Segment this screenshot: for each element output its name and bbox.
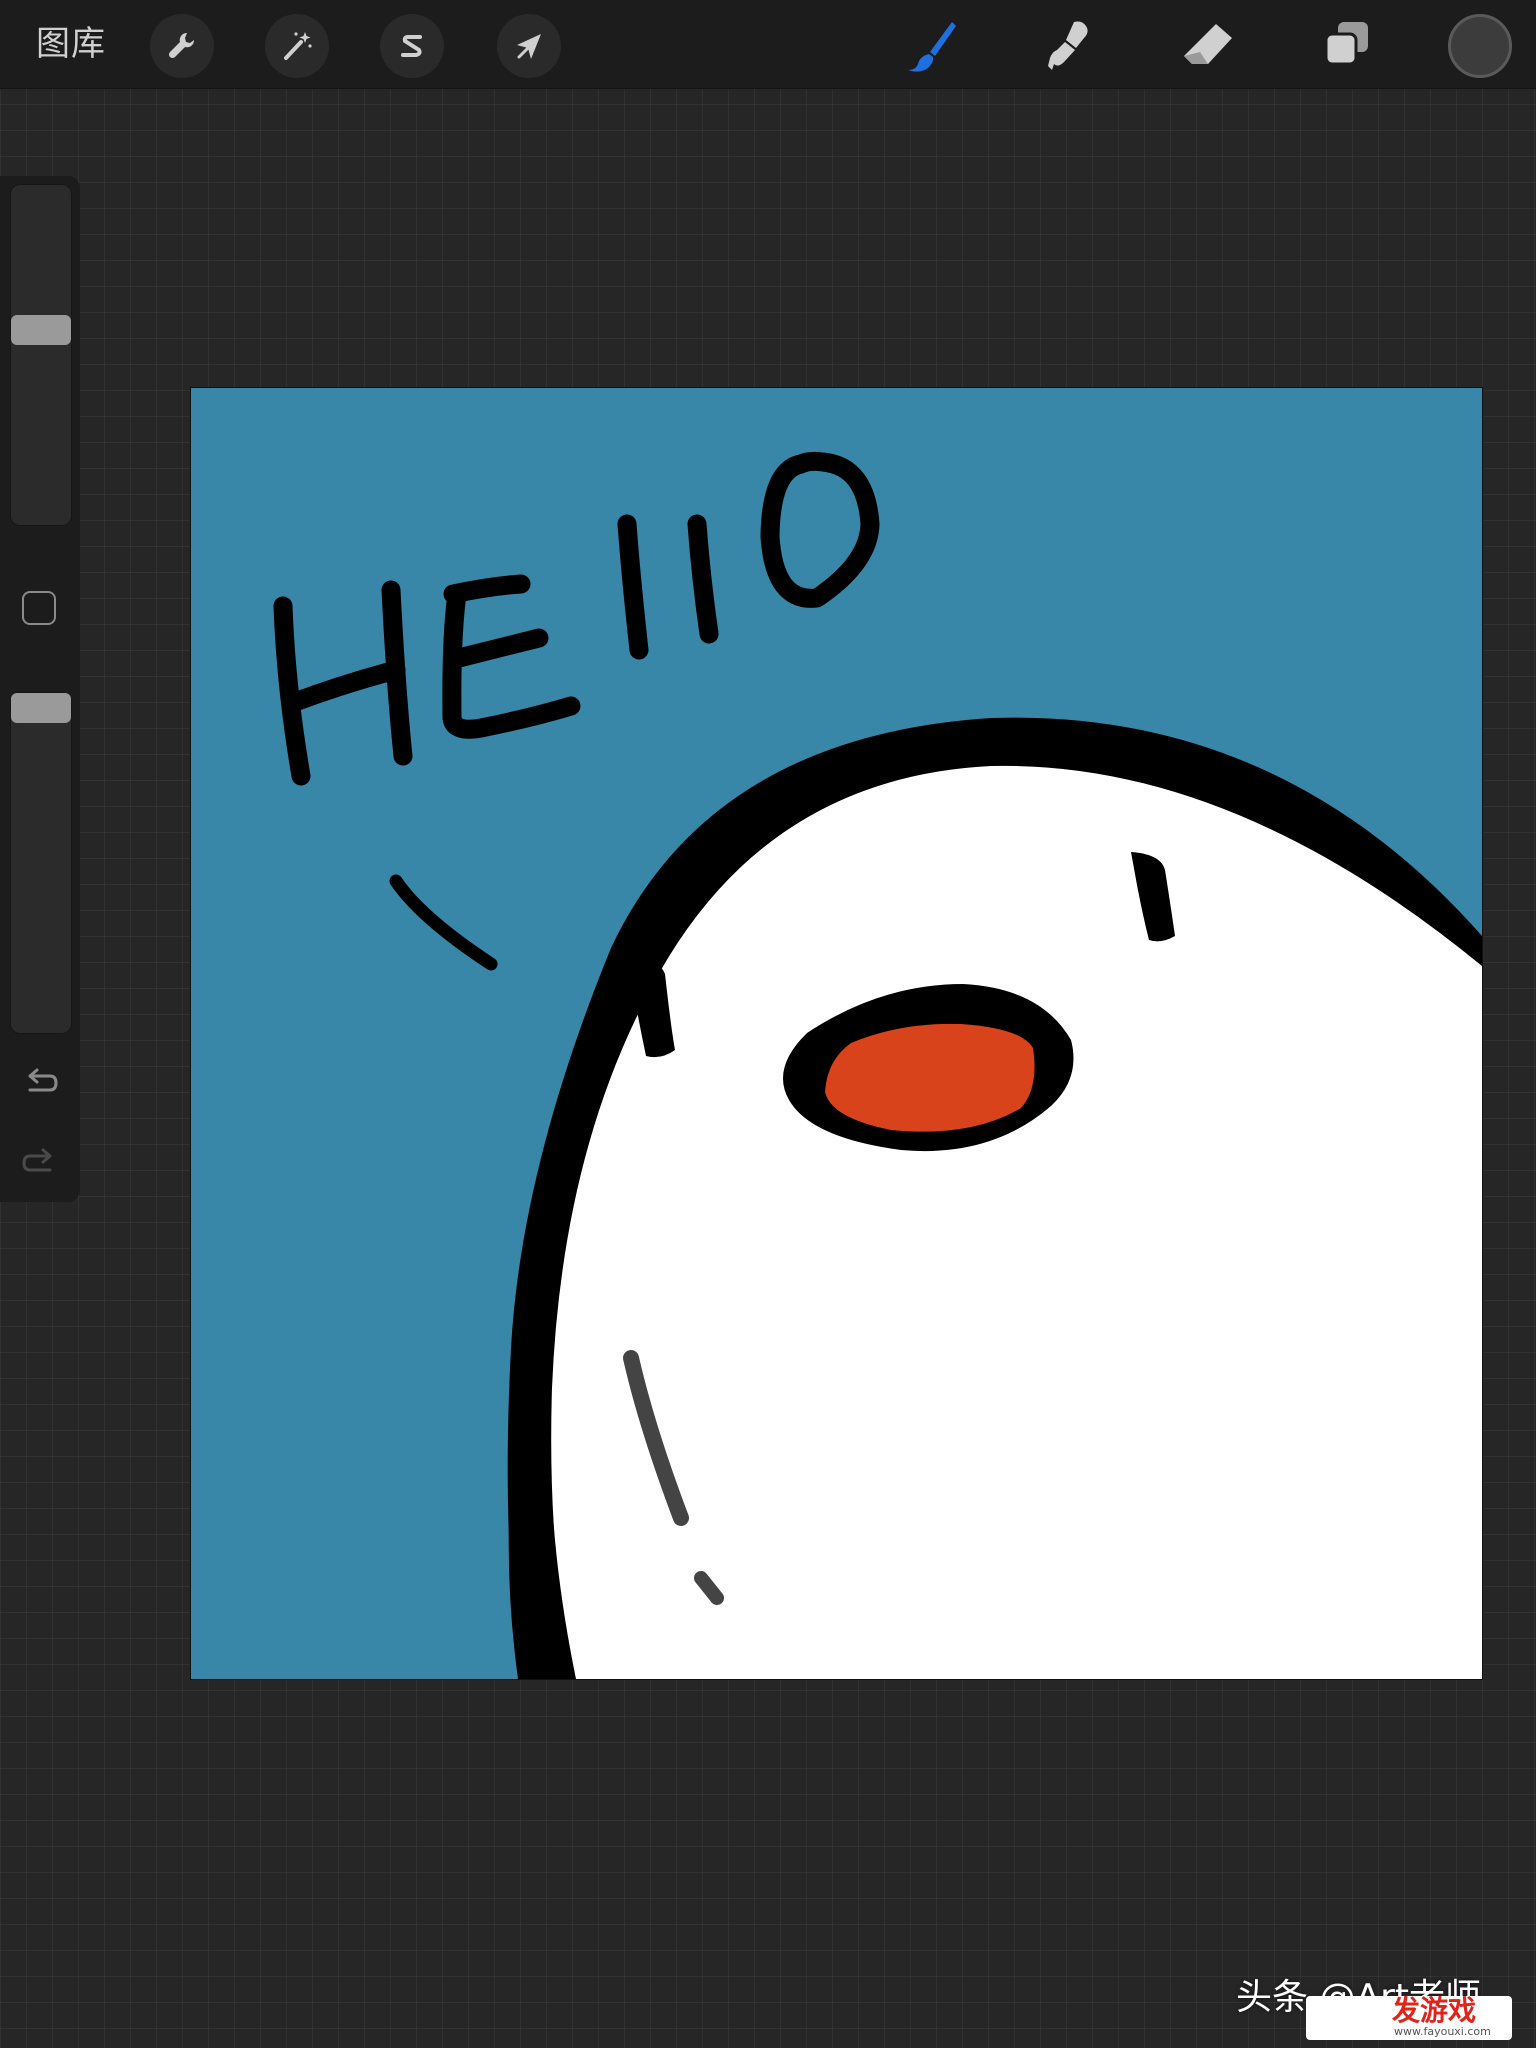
- selection-button[interactable]: [380, 14, 444, 78]
- artwork: [191, 388, 1482, 1679]
- adjustments-button[interactable]: [265, 14, 329, 78]
- undo-icon: [28, 1068, 58, 1092]
- selection-s-icon: [401, 35, 422, 57]
- logo-main-text: 发游戏: [1392, 1994, 1477, 2027]
- smudge-button[interactable]: [1038, 16, 1098, 76]
- brush-size-handle[interactable]: [11, 315, 71, 345]
- arrow-cursor-icon: [517, 34, 541, 59]
- actions-button[interactable]: [150, 14, 214, 78]
- color-picker-button[interactable]: [1448, 14, 1512, 78]
- redo-icon: [22, 1148, 52, 1172]
- brush-opacity-handle[interactable]: [11, 693, 71, 723]
- brush-icon: [908, 22, 956, 72]
- top-toolbar: 图库: [0, 0, 1536, 89]
- eraser-icon: [1184, 24, 1232, 64]
- gallery-button[interactable]: 图库: [36, 22, 106, 66]
- brush-opacity-slider[interactable]: [10, 692, 72, 1034]
- modify-square-icon[interactable]: [22, 591, 56, 625]
- undo-button[interactable]: [20, 1062, 60, 1102]
- magic-wand-icon: [284, 32, 312, 60]
- brush-size-slider[interactable]: [10, 184, 72, 526]
- paint-button[interactable]: [900, 16, 960, 76]
- logo-sub-text: www.fayouxi.com: [1394, 2025, 1491, 2038]
- layers-icon: [1324, 22, 1368, 66]
- left-sidebar: [0, 176, 80, 1202]
- drawing-canvas[interactable]: [190, 387, 1483, 1680]
- eraser-button[interactable]: [1178, 16, 1238, 76]
- wrench-icon: [168, 32, 195, 59]
- transform-button[interactable]: [497, 14, 561, 78]
- layers-button[interactable]: [1318, 16, 1378, 76]
- site-logo: 发游戏 www.fayouxi.com: [1306, 1996, 1512, 2040]
- redo-button[interactable]: [20, 1142, 60, 1182]
- smudge-icon: [1048, 21, 1088, 70]
